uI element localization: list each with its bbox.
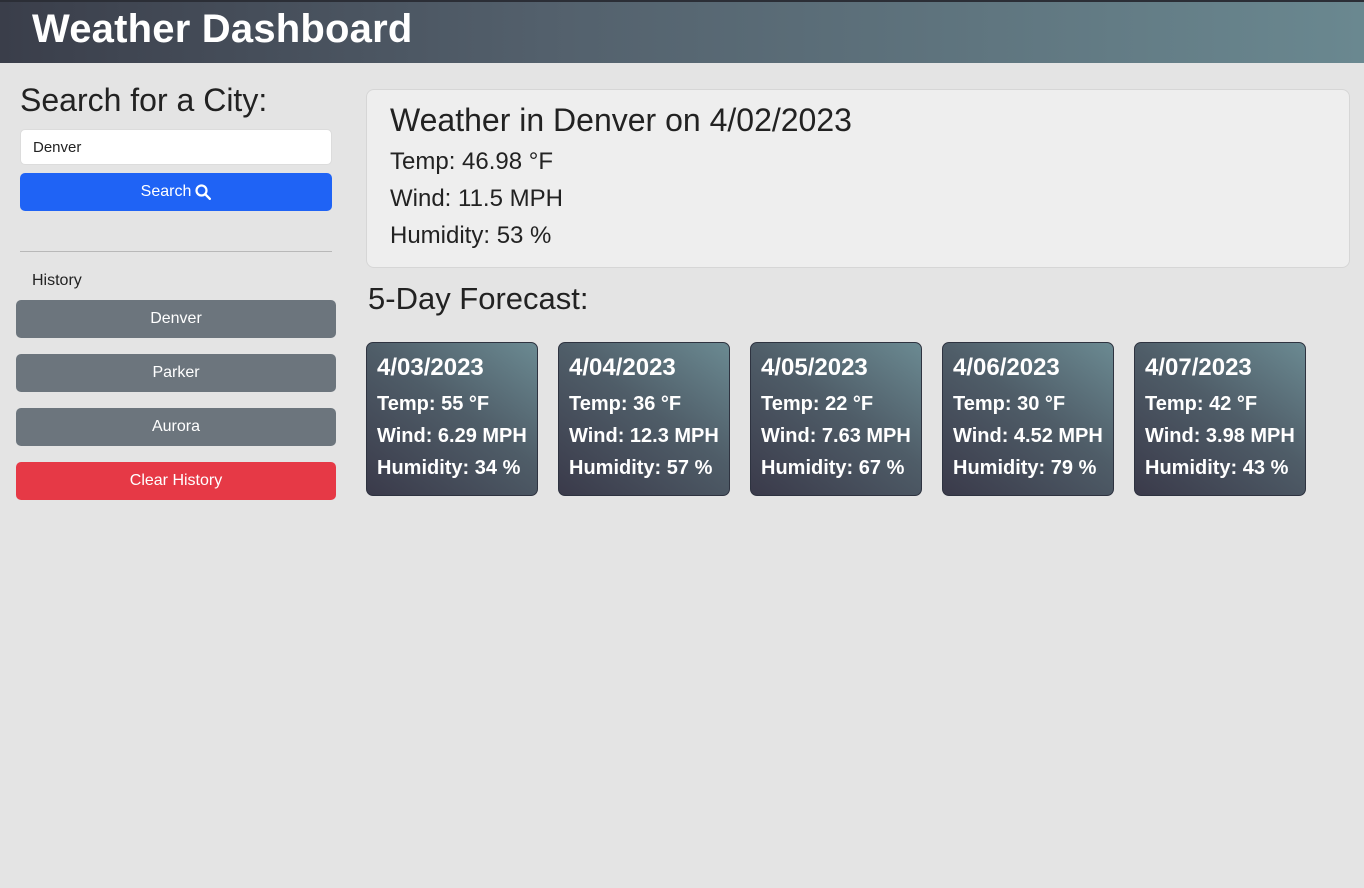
forecast-card: 4/04/2023 Temp: 36 °F Wind: 12.3 MPH Hum… bbox=[558, 342, 730, 496]
forecast-date: 4/03/2023 bbox=[377, 354, 484, 381]
forecast-card: 4/05/2023 Temp: 22 °F Wind: 7.63 MPH Hum… bbox=[750, 342, 922, 496]
history-item-aurora[interactable]: Aurora bbox=[16, 408, 336, 446]
forecast-card: 4/07/2023 Temp: 42 °F Wind: 3.98 MPH Hum… bbox=[1134, 342, 1306, 496]
forecast-card: 4/06/2023 Temp: 30 °F Wind: 4.52 MPH Hum… bbox=[942, 342, 1114, 496]
city-search-input[interactable] bbox=[20, 129, 332, 165]
forecast-humidity: Humidity: 34 % bbox=[377, 457, 521, 479]
forecast-card: 4/03/2023 Temp: 55 °F Wind: 6.29 MPH Hum… bbox=[366, 342, 538, 496]
forecast-temp: Temp: 22 °F bbox=[761, 393, 874, 415]
current-weather-title: Weather in Denver on 4/02/2023 bbox=[390, 102, 852, 138]
search-button[interactable]: Search bbox=[20, 173, 332, 211]
history-label: History bbox=[32, 272, 82, 289]
history-item-parker[interactable]: Parker bbox=[16, 354, 336, 392]
forecast-humidity: Humidity: 79 % bbox=[953, 457, 1097, 479]
forecast-temp: Temp: 42 °F bbox=[1145, 393, 1258, 415]
forecast-wind: Wind: 3.98 MPH bbox=[1145, 425, 1295, 447]
header-bar: Weather Dashboard bbox=[0, 0, 1364, 63]
forecast-date: 4/07/2023 bbox=[1145, 354, 1252, 381]
sidebar-divider bbox=[20, 251, 332, 252]
forecast-temp: Temp: 30 °F bbox=[953, 393, 1066, 415]
forecast-temp: Temp: 55 °F bbox=[377, 393, 490, 415]
sidebar: Search for a City: Search History Denver… bbox=[0, 63, 352, 888]
search-title: Search for a City: bbox=[20, 82, 268, 118]
current-wind: Wind: 11.5 MPH bbox=[390, 185, 563, 212]
forecast-wind: Wind: 7.63 MPH bbox=[761, 425, 911, 447]
forecast-date: 4/04/2023 bbox=[569, 354, 676, 381]
forecast-date: 4/05/2023 bbox=[761, 354, 868, 381]
search-icon bbox=[195, 184, 212, 200]
forecast-date: 4/06/2023 bbox=[953, 354, 1060, 381]
search-button-label: Search bbox=[140, 183, 192, 200]
forecast-wind: Wind: 6.29 MPH bbox=[377, 425, 527, 447]
forecast-wind: Wind: 12.3 MPH bbox=[569, 425, 719, 447]
forecast-wind: Wind: 4.52 MPH bbox=[953, 425, 1103, 447]
history-item-denver[interactable]: Denver bbox=[16, 300, 336, 338]
forecast-temp: Temp: 36 °F bbox=[569, 393, 682, 415]
current-temp: Temp: 46.98 °F bbox=[390, 148, 554, 175]
forecast-humidity: Humidity: 57 % bbox=[569, 457, 713, 479]
forecast-humidity: Humidity: 67 % bbox=[761, 457, 905, 479]
forecast-title: 5-Day Forecast: bbox=[368, 281, 589, 316]
app-title: Weather Dashboard bbox=[32, 7, 413, 51]
current-humidity: Humidity: 53 % bbox=[390, 222, 552, 249]
forecast-humidity: Humidity: 43 % bbox=[1145, 457, 1289, 479]
clear-history-button[interactable]: Clear History bbox=[16, 462, 336, 500]
current-weather-card: Weather in Denver on 4/02/2023 Temp: 46.… bbox=[366, 89, 1350, 268]
